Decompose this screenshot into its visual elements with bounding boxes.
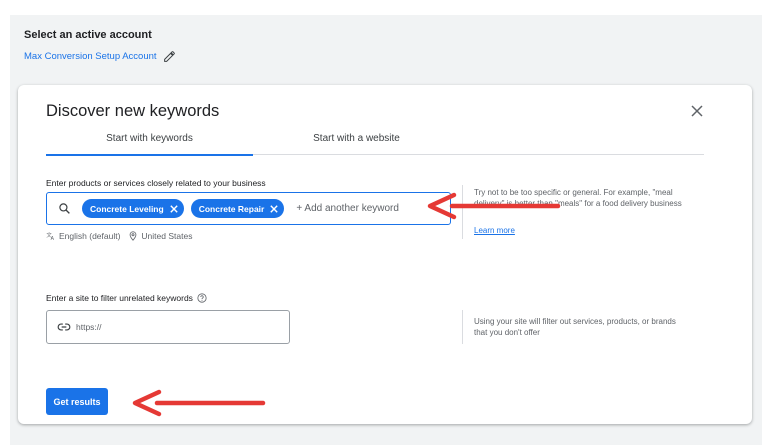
keyword-chip-label: Concrete Leveling: [90, 203, 164, 214]
help-icon[interactable]: [197, 293, 207, 303]
location-setting[interactable]: United States: [141, 231, 192, 241]
keyword-chip[interactable]: Concrete Repair: [190, 199, 285, 218]
get-results-button[interactable]: Get results: [46, 388, 108, 415]
targeting-settings[interactable]: 文A English (default) United States: [46, 231, 192, 241]
account-heading: Select an active account: [24, 29, 152, 41]
keyword-chip[interactable]: Concrete Leveling: [82, 199, 184, 218]
account-selector[interactable]: Max Conversion Setup Account: [24, 50, 176, 63]
discover-keywords-dialog: Discover new keywords Start with keyword…: [18, 85, 752, 424]
close-button[interactable]: [688, 102, 706, 120]
site-filter-label: Enter a site to filter unrelated keyword…: [46, 293, 193, 303]
tab-bar: Start with keywords Start with a website: [46, 131, 704, 156]
link-icon: [57, 323, 71, 331]
account-name[interactable]: Max Conversion Setup Account: [24, 51, 157, 62]
site-url-input[interactable]: [76, 322, 276, 332]
chip-remove-icon[interactable]: [268, 203, 280, 215]
learn-more-link[interactable]: Learn more: [474, 226, 515, 235]
site-hint: Using your site will filter out services…: [474, 317, 676, 337]
keyword-chip-label: Concrete Repair: [198, 203, 265, 214]
site-url-field[interactable]: [46, 310, 290, 344]
keywords-hint: Try not to be too specific or general. F…: [474, 188, 682, 208]
language-setting[interactable]: English (default): [59, 231, 120, 241]
translate-icon: 文A: [46, 231, 55, 241]
location-pin-icon: [130, 231, 137, 241]
keywords-input-box[interactable]: Concrete Leveling Concrete Repair: [46, 192, 451, 225]
tab-start-with-keywords[interactable]: Start with keywords: [46, 131, 253, 156]
close-icon[interactable]: [691, 105, 703, 117]
divider: [462, 185, 463, 239]
chip-remove-icon[interactable]: [168, 203, 180, 215]
site-filter-label-row: Enter a site to filter unrelated keyword…: [46, 293, 207, 303]
tab-start-with-website[interactable]: Start with a website: [253, 131, 460, 155]
svg-text:A: A: [51, 236, 55, 241]
search-icon: [59, 203, 70, 214]
keywords-label: Enter products or services closely relat…: [46, 178, 266, 188]
add-keyword-input[interactable]: [296, 203, 407, 214]
pencil-icon[interactable]: [163, 50, 176, 63]
divider: [462, 310, 463, 344]
dialog-title: Discover new keywords: [46, 102, 220, 120]
